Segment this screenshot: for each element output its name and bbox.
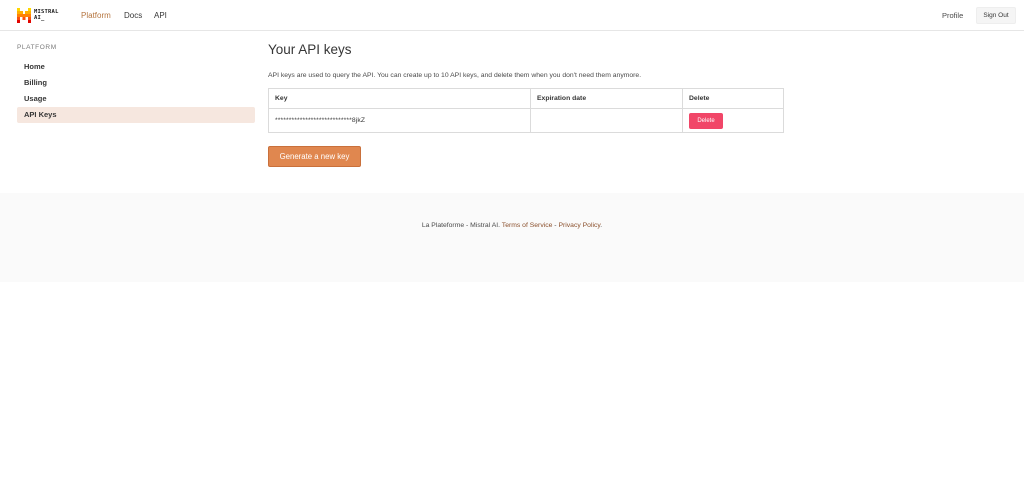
api-key-value: ****************************8jkZ	[275, 117, 366, 124]
table-row: ****************************8jkZ Delete	[268, 108, 784, 133]
nav-platform[interactable]: Platform	[81, 11, 111, 21]
sidebar-item-billing[interactable]: Billing	[17, 75, 255, 91]
sidebar-item-api-keys[interactable]: API Keys	[17, 107, 255, 123]
generate-key-button[interactable]: Generate a new key	[268, 146, 361, 167]
column-header-expiration: Expiration date	[530, 88, 683, 109]
privacy-policy-link[interactable]: Privacy Policy	[558, 222, 600, 229]
logo-line-2: AI_	[34, 15, 45, 21]
sidebar-menu: Home Billing Usage API Keys	[17, 59, 255, 123]
sidebar-item-usage[interactable]: Usage	[17, 91, 255, 107]
delete-key-button[interactable]: Delete	[689, 112, 723, 129]
column-header-key: Key	[268, 88, 531, 109]
nav-api[interactable]: API	[154, 11, 167, 21]
api-keys-table: Key Expiration date Delete *************…	[268, 88, 784, 133]
key-cell: ****************************8jkZ	[268, 108, 531, 133]
nav-docs[interactable]: Docs	[124, 11, 142, 21]
terms-of-service-link[interactable]: Terms of Service	[502, 222, 553, 229]
sign-out-button[interactable]: Sign Out	[976, 7, 1016, 24]
sidebar-section-label: PLATFORM	[17, 44, 57, 51]
nav-profile[interactable]: Profile	[942, 11, 963, 21]
mistral-logo-icon	[17, 7, 31, 23]
footer-suffix: .	[600, 222, 603, 229]
page-title: Your API keys	[268, 42, 352, 57]
logo-text: MISTRAL AI_	[34, 9, 59, 21]
column-header-delete: Delete	[682, 88, 784, 109]
footer-text: La Plateforme - Mistral AI. Terms of Ser…	[0, 221, 1024, 230]
mistral-logo[interactable]: MISTRAL AI_	[17, 7, 59, 23]
table-header-row: Key Expiration date Delete	[268, 88, 784, 109]
footer-prefix: La Plateforme - Mistral AI.	[421, 222, 502, 229]
sidebar-item-home[interactable]: Home	[17, 59, 255, 75]
expiration-cell	[530, 108, 683, 133]
footer: La Plateforme - Mistral AI. Terms of Ser…	[0, 193, 1024, 282]
top-navbar: MISTRAL AI_ Platform Docs API Profile Si…	[0, 0, 1024, 31]
page-description: API keys are used to query the API. You …	[268, 72, 642, 79]
delete-cell: Delete	[682, 108, 784, 133]
